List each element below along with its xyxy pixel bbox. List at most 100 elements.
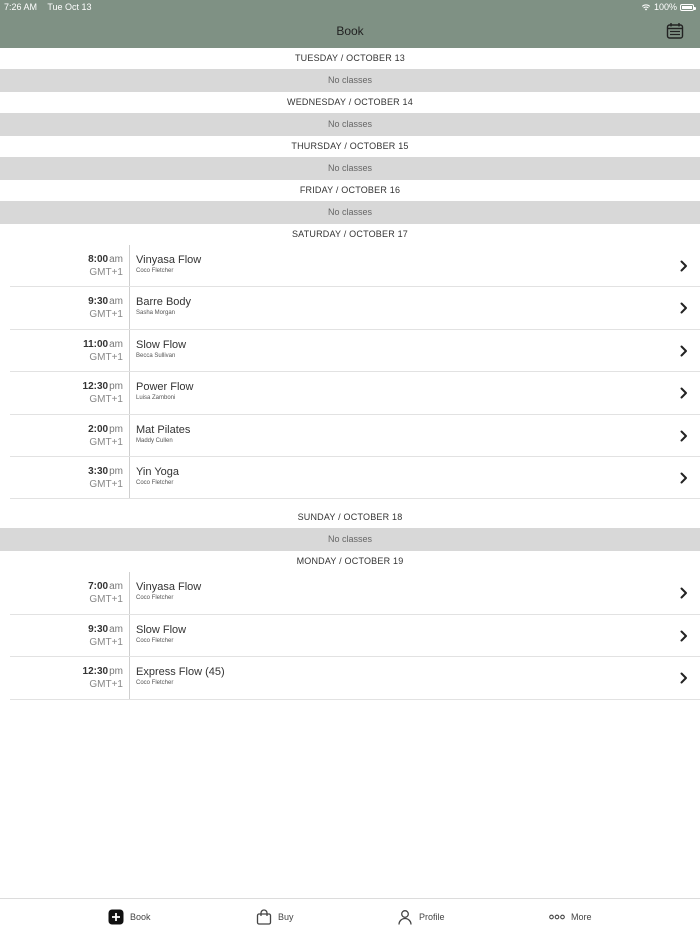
day-header: THURSDAY / OCTOBER 15 bbox=[0, 136, 700, 157]
day-header: TUESDAY / OCTOBER 13 bbox=[0, 48, 700, 69]
class-start-time: 9:30 bbox=[88, 623, 109, 635]
class-row[interactable]: 9:30am GMT+1 Barre Body Sasha Morgan bbox=[10, 287, 700, 330]
plus-square-icon bbox=[108, 909, 124, 925]
class-name: Slow Flow bbox=[136, 623, 187, 636]
class-time: 9:30am GMT+1 bbox=[10, 614, 130, 657]
status-date: Tue Oct 13 bbox=[47, 2, 92, 12]
tab-profile[interactable]: Profile bbox=[397, 899, 445, 934]
class-start-time: 7:00 bbox=[88, 581, 109, 593]
class-row[interactable]: 12:30pm GMT+1 Express Flow (45) Coco Fletch… bbox=[10, 657, 700, 700]
no-classes-row: No classes bbox=[0, 528, 700, 552]
class-timezone: GMT+1 bbox=[89, 351, 123, 363]
class-row[interactable]: 2:00pm GMT+1 Mat Pilates Maddy Cullen bbox=[10, 414, 700, 457]
tab-book[interactable]: Book bbox=[108, 899, 151, 934]
class-time: 9:30am GMT+1 bbox=[10, 287, 130, 329]
wifi-icon bbox=[641, 4, 651, 11]
tab-more-label: More bbox=[571, 912, 592, 922]
tab-more[interactable]: More bbox=[549, 899, 592, 934]
class-time: 11:00am GMT+1 bbox=[10, 329, 130, 372]
status-time: 7:26 AM bbox=[4, 2, 38, 12]
class-time: 2:00pm GMT+1 bbox=[10, 414, 130, 456]
tab-profile-label: Profile bbox=[419, 912, 445, 922]
class-name: Power Flow bbox=[136, 381, 194, 394]
class-start-time: 2:00 bbox=[88, 423, 109, 435]
tab-bar: Book Buy Profile More bbox=[0, 898, 700, 934]
chevron-right-icon bbox=[680, 387, 687, 399]
no-classes-row: No classes bbox=[0, 113, 700, 136]
class-row[interactable]: 9:30am GMT+1 Slow Flow Coco Fletcher bbox=[10, 614, 700, 658]
no-classes-row: No classes bbox=[0, 69, 700, 92]
battery-percent: 100% bbox=[653, 2, 677, 12]
class-instructor: Coco Fletcher bbox=[136, 637, 174, 644]
chevron-right-icon bbox=[680, 345, 687, 357]
day-header: FRIDAY / OCTOBER 16 bbox=[0, 180, 700, 201]
class-row[interactable]: 3:30pm GMT+1 Yin Yoga Coco Fletcher bbox=[10, 456, 700, 500]
class-instructor: Coco Fletcher bbox=[136, 268, 174, 274]
class-name: Vinyasa Flow bbox=[136, 254, 202, 266]
class-name: Express Flow (45) bbox=[136, 666, 225, 679]
class-time: 12:30pm GMT+1 bbox=[10, 372, 130, 414]
class-start-time: 12:30 bbox=[82, 381, 109, 393]
class-ampm: pm bbox=[109, 666, 123, 678]
chevron-right-icon bbox=[680, 260, 687, 272]
tab-buy[interactable]: Buy bbox=[256, 899, 294, 934]
class-instructor: Coco Fletcher bbox=[136, 595, 174, 602]
chevron-right-icon bbox=[680, 472, 687, 484]
class-ampm: pm bbox=[109, 423, 123, 435]
class-timezone: GMT+1 bbox=[89, 309, 123, 321]
day-header: MONDAY / OCTOBER 19 bbox=[0, 551, 700, 573]
class-name: Mat Pilates bbox=[136, 423, 191, 436]
class-list: 8:00am GMT+1 Vinyasa Flow Coco Fletcher 9:30… bbox=[0, 245, 700, 507]
class-time: 8:00am GMT+1 bbox=[10, 245, 130, 287]
ellipsis-icon bbox=[549, 914, 565, 920]
calendar-button[interactable] bbox=[666, 22, 684, 40]
chevron-right-icon bbox=[680, 587, 687, 599]
class-timezone: GMT+1 bbox=[89, 436, 123, 448]
class-name: Vinyasa Flow bbox=[136, 581, 202, 594]
class-time: 7:00am GMT+1 bbox=[10, 572, 130, 614]
class-instructor: Coco Fletcher bbox=[136, 680, 174, 687]
day-header: SUNDAY / OCTOBER 18 bbox=[0, 507, 700, 529]
class-ampm: pm bbox=[109, 381, 123, 393]
shopping-bag-icon bbox=[256, 909, 272, 925]
schedule-list: TUESDAY / OCTOBER 13 No classes WEDNESDAY … bbox=[0, 48, 700, 708]
class-instructor: Sasha Morgan bbox=[136, 310, 176, 317]
chevron-right-icon bbox=[680, 672, 687, 684]
class-instructor: Becca Sullivan bbox=[136, 352, 176, 359]
class-row[interactable]: 8:00am GMT+1 Vinyasa Flow Coco Fletcher bbox=[10, 245, 700, 288]
page-title: Book bbox=[336, 24, 364, 38]
chevron-right-icon bbox=[680, 630, 687, 642]
class-time: 12:30pm GMT+1 bbox=[10, 657, 130, 699]
class-start-time: 12:30 bbox=[82, 666, 109, 678]
no-classes-row: No classes bbox=[0, 201, 700, 224]
class-ampm: am bbox=[109, 581, 123, 593]
battery-level bbox=[682, 5, 692, 9]
class-name: Slow Flow bbox=[136, 338, 187, 351]
booking-screen: 7:26 AM Tue Oct 13 100% Book TUESDAY / O… bbox=[0, 0, 700, 934]
class-start-time: 9:30 bbox=[88, 296, 109, 308]
class-time: 3:30pm GMT+1 bbox=[10, 456, 130, 499]
day-header: WEDNESDAY / OCTOBER 14 bbox=[0, 92, 700, 113]
status-bar: 7:26 AM Tue Oct 13 100% bbox=[0, 0, 700, 14]
class-timezone: GMT+1 bbox=[89, 636, 123, 648]
class-row[interactable]: 7:00am GMT+1 Vinyasa Flow Coco Fletcher bbox=[10, 572, 700, 615]
class-start-time: 8:00 bbox=[88, 254, 109, 265]
class-name: Barre Body bbox=[136, 296, 192, 309]
class-ampm: am bbox=[109, 623, 123, 635]
tab-book-label: Book bbox=[130, 912, 151, 922]
day-header: SATURDAY / OCTOBER 17 bbox=[0, 224, 700, 245]
class-timezone: GMT+1 bbox=[89, 679, 123, 691]
class-row[interactable]: 12:30pm GMT+1 Power Flow Luisa Zamboni bbox=[10, 372, 700, 415]
class-timezone: GMT+1 bbox=[89, 478, 123, 490]
class-row[interactable]: 11:00am GMT+1 Slow Flow Becca Sullivan bbox=[10, 329, 700, 373]
class-instructor: Coco Fletcher bbox=[136, 479, 174, 486]
person-icon bbox=[398, 910, 412, 925]
class-instructor: Maddy Cullen bbox=[136, 437, 173, 444]
class-ampm: am bbox=[109, 338, 123, 350]
class-ampm: am bbox=[109, 254, 123, 265]
battery-icon bbox=[680, 3, 696, 11]
class-timezone: GMT+1 bbox=[89, 267, 123, 278]
class-start-time: 11:00 bbox=[83, 338, 109, 350]
class-list: 7:00am GMT+1 Vinyasa Flow Coco Fletcher 9:30… bbox=[0, 572, 700, 707]
calendar-icon bbox=[666, 23, 684, 39]
